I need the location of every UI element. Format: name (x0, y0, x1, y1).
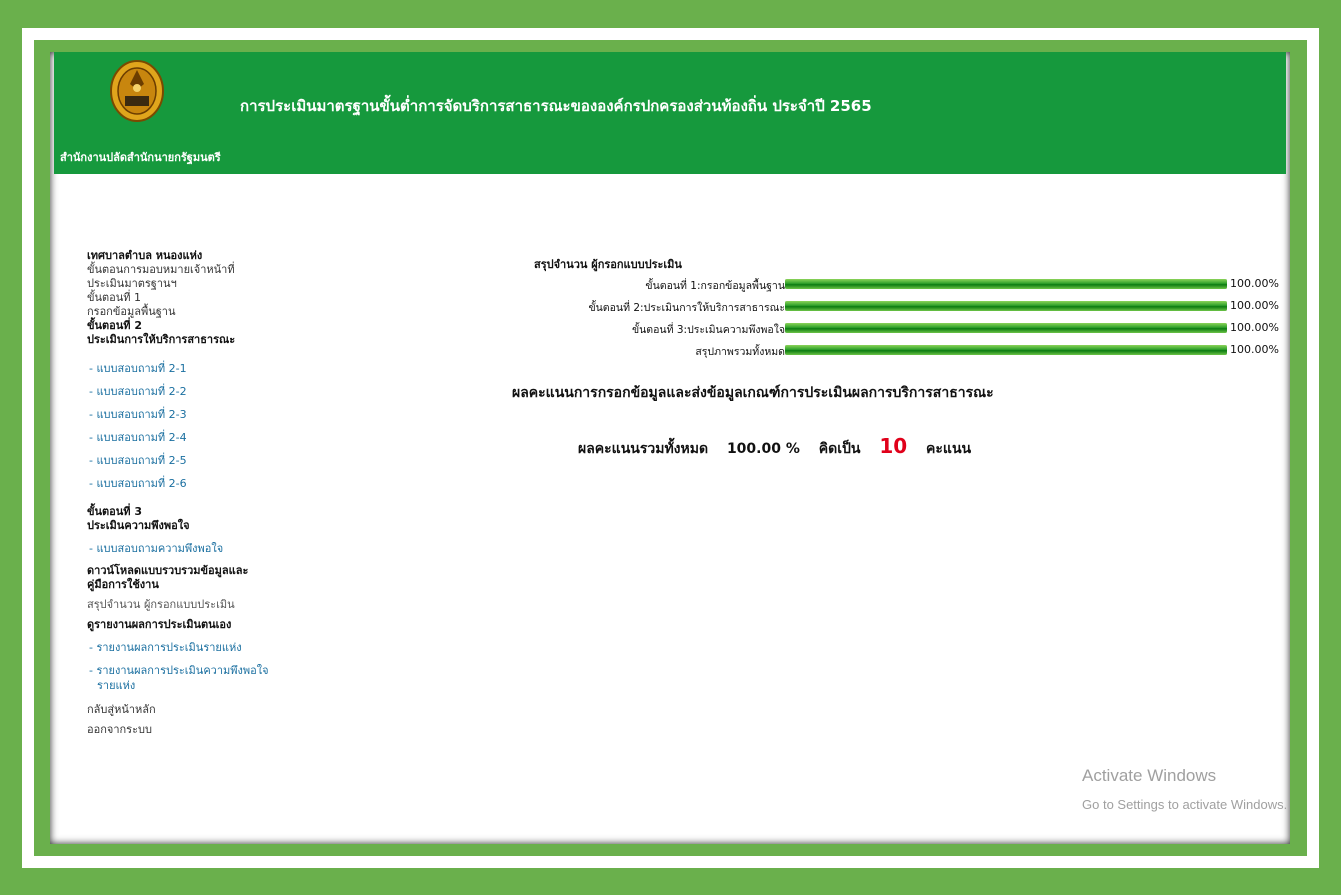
page-title: การประเมินมาตรฐานขั้นต่ำการจัดบริการสาธา… (240, 97, 872, 115)
org-name: สำนักงานปลัดสำนักนายกรัฐมนตรี (60, 151, 221, 164)
assign-line1: ขั้นตอนการมอบหมายเจ้าหน้าที่ (87, 263, 235, 276)
download-line2[interactable]: คู่มือการใช้งาน (87, 578, 297, 592)
step1-title: ขั้นตอนที่ 1 (87, 291, 142, 304)
total-score-line: ผลคะแนนรวมทั้งหมด 100.00 % คิดเป็น 10 คะ… (578, 434, 985, 460)
step1-desc: กรอกข้อมูลพื้นฐาน (87, 305, 176, 318)
municipality-name: เทศบาลตำบล หนองแห่ง (87, 249, 203, 262)
progress-row: ขั้นตอนที่ 1:กรอกข้อมูลพื้นฐาน 100.00% (300, 274, 1279, 296)
activate-windows-subtitle: Go to Settings to activate Windows. (1082, 797, 1288, 812)
sidebar-form-2-3[interactable]: - แบบสอบถามที่ 2-3 (87, 407, 297, 422)
progress-label: ขั้นตอนที่ 1:กรอกข้อมูลพื้นฐาน (645, 280, 785, 292)
sidebar-form-2-5[interactable]: - แบบสอบถามที่ 2-5 (87, 453, 297, 468)
progress-bar (785, 345, 1227, 355)
step2-title: ขั้นตอนที่ 2 (87, 319, 143, 332)
download-line1[interactable]: ดาวน์โหลดแบบรวบรวมข้อมูลและ (87, 564, 297, 578)
sidebar-back-home[interactable]: กลับสู่หน้าหลัก (87, 703, 297, 717)
assign-line2: ประเมินมาตรฐานฯ (87, 277, 177, 290)
progress-row: ขั้นตอนที่ 2:ประเมินการให้บริการสาธารณะ … (300, 296, 1279, 318)
progress-percent: 100.00% (1230, 343, 1279, 356)
sidebar-form-2-1[interactable]: - แบบสอบถามที่ 2-1 (87, 361, 297, 376)
progress-row: ขั้นตอนที่ 3:ประเมินความพึงพอใจ 100.00% (300, 318, 1279, 340)
progress-fill (785, 279, 1227, 289)
progress-percent: 100.00% (1230, 321, 1279, 334)
sidebar-item-step1[interactable]: ขั้นตอนที่ 1 กรอกข้อมูลพื้นฐาน (87, 291, 297, 319)
summary-title: สรุปจำนวน ผู้กรอกแบบประเมิน (534, 258, 682, 271)
sidebar: เทศบาลตำบล หนองแห่ง ขั้นตอนการมอบหมายเจ้… (87, 249, 297, 737)
sidebar-report-each[interactable]: - รายงานผลการประเมินรายแห่ง (87, 640, 297, 655)
report-satisfaction-line1: - รายงานผลการประเมินความพึงพอใจ (89, 664, 269, 677)
progress-fill (785, 345, 1227, 355)
sidebar-item-assign[interactable]: ขั้นตอนการมอบหมายเจ้าหน้าที่ ประเมินมาตร… (87, 263, 297, 291)
government-seal-icon (110, 60, 164, 122)
step3-title: ขั้นตอนที่ 3 (87, 505, 143, 518)
sidebar-form-2-6[interactable]: - แบบสอบถามที่ 2-6 (87, 476, 297, 491)
total-label: ผลคะแนนรวมทั้งหมด (578, 441, 709, 457)
self-report-heading: ดูรายงานผลการประเมินตนเอง (87, 618, 232, 631)
progress-row: สรุปภาพรวมทั้งหมด 100.00% (300, 340, 1279, 362)
total-percent: 100.00 % (726, 441, 800, 457)
result-heading: ผลคะแนนการกรอกข้อมูลและส่งข้อมูลเกณฑ์การ… (512, 385, 994, 401)
progress-label: ขั้นตอนที่ 3:ประเมินความพึงพอใจ (631, 324, 785, 336)
progress-bar (785, 301, 1227, 311)
activate-windows-title: Activate Windows (1082, 766, 1217, 785)
score-unit: คะแนน (926, 441, 972, 457)
progress-bar (785, 323, 1227, 333)
sidebar-summary-link[interactable]: สรุปจำนวน ผู้กรอกแบบประเมิน (87, 598, 297, 612)
progress-percent: 100.00% (1230, 277, 1279, 290)
progress-list: ขั้นตอนที่ 1:กรอกข้อมูลพื้นฐาน 100.00% ข… (300, 274, 1279, 362)
sidebar-satisfaction-form[interactable]: - แบบสอบถามความพึงพอใจ (87, 541, 297, 556)
sidebar-report-satisfaction[interactable]: - รายงานผลการประเมินความพึงพอใจ รายแห่ง (87, 663, 297, 693)
progress-label: ขั้นตอนที่ 2:ประเมินการให้บริการสาธารณะ (588, 302, 785, 314)
step2-desc: ประเมินการให้บริการสาธารณะ (87, 333, 236, 346)
step3-desc: ประเมินความพึงพอใจ (87, 519, 190, 532)
progress-fill (785, 323, 1227, 333)
app-window: สำนักงานปลัดสำนักนายกรัฐมนตรี การประเมิน… (50, 52, 1290, 844)
report-satisfaction-line2: รายแห่ง (97, 679, 136, 692)
sidebar-logout[interactable]: ออกจากระบบ (87, 723, 297, 737)
progress-label: สรุปภาพรวมทั้งหมด (695, 346, 785, 358)
score-value: 10 (879, 434, 908, 458)
sidebar-form-2-4[interactable]: - แบบสอบถามที่ 2-4 (87, 430, 297, 445)
page-header: สำนักงานปลัดสำนักนายกรัฐมนตรี การประเมิน… (54, 52, 1286, 174)
progress-bar (785, 279, 1227, 289)
equals-label: คิดเป็น (818, 441, 861, 457)
progress-fill (785, 301, 1227, 311)
progress-percent: 100.00% (1230, 299, 1279, 312)
sidebar-form-2-2[interactable]: - แบบสอบถามที่ 2-2 (87, 384, 297, 399)
